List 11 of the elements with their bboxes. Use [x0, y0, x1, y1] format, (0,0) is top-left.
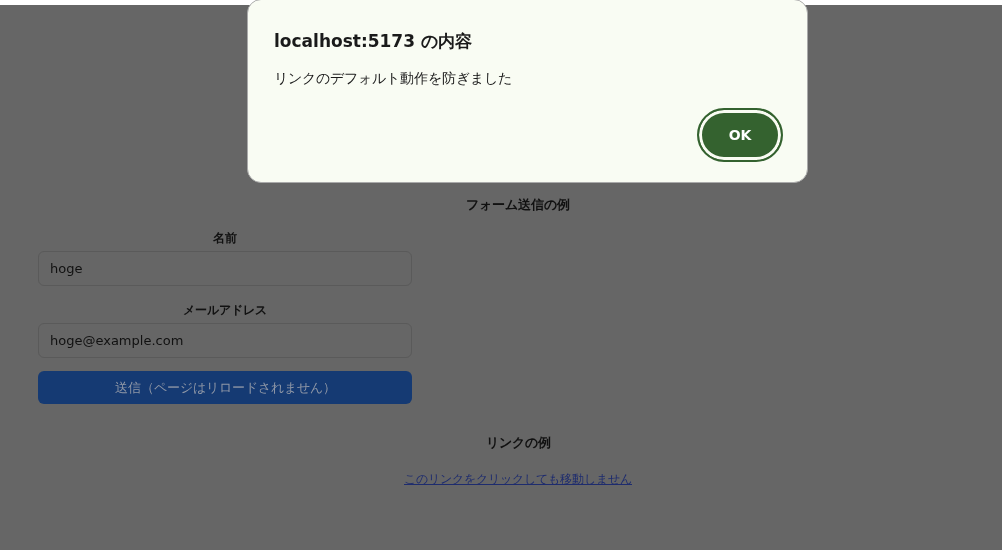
section-heading: フォーム送信の例: [465, 196, 571, 214]
field-label: 名前: [213, 230, 237, 247]
field-label: メールアドレス: [183, 302, 267, 319]
ok-button[interactable]: OK: [697, 108, 783, 162]
submit-button[interactable]: 送信（ページはリロードされません）: [38, 371, 412, 404]
dialog-title: localhost:5173 の内容: [274, 30, 473, 53]
section-heading: リンクの例: [484, 434, 552, 452]
text-field[interactable]: hoge: [38, 251, 412, 286]
link[interactable]: このリンクをクリックしても移動しません: [38, 471, 998, 488]
dialog-message: リンクのデフォルト動作を防ぎました: [274, 70, 513, 88]
text-field[interactable]: hoge@example.com: [38, 323, 412, 358]
